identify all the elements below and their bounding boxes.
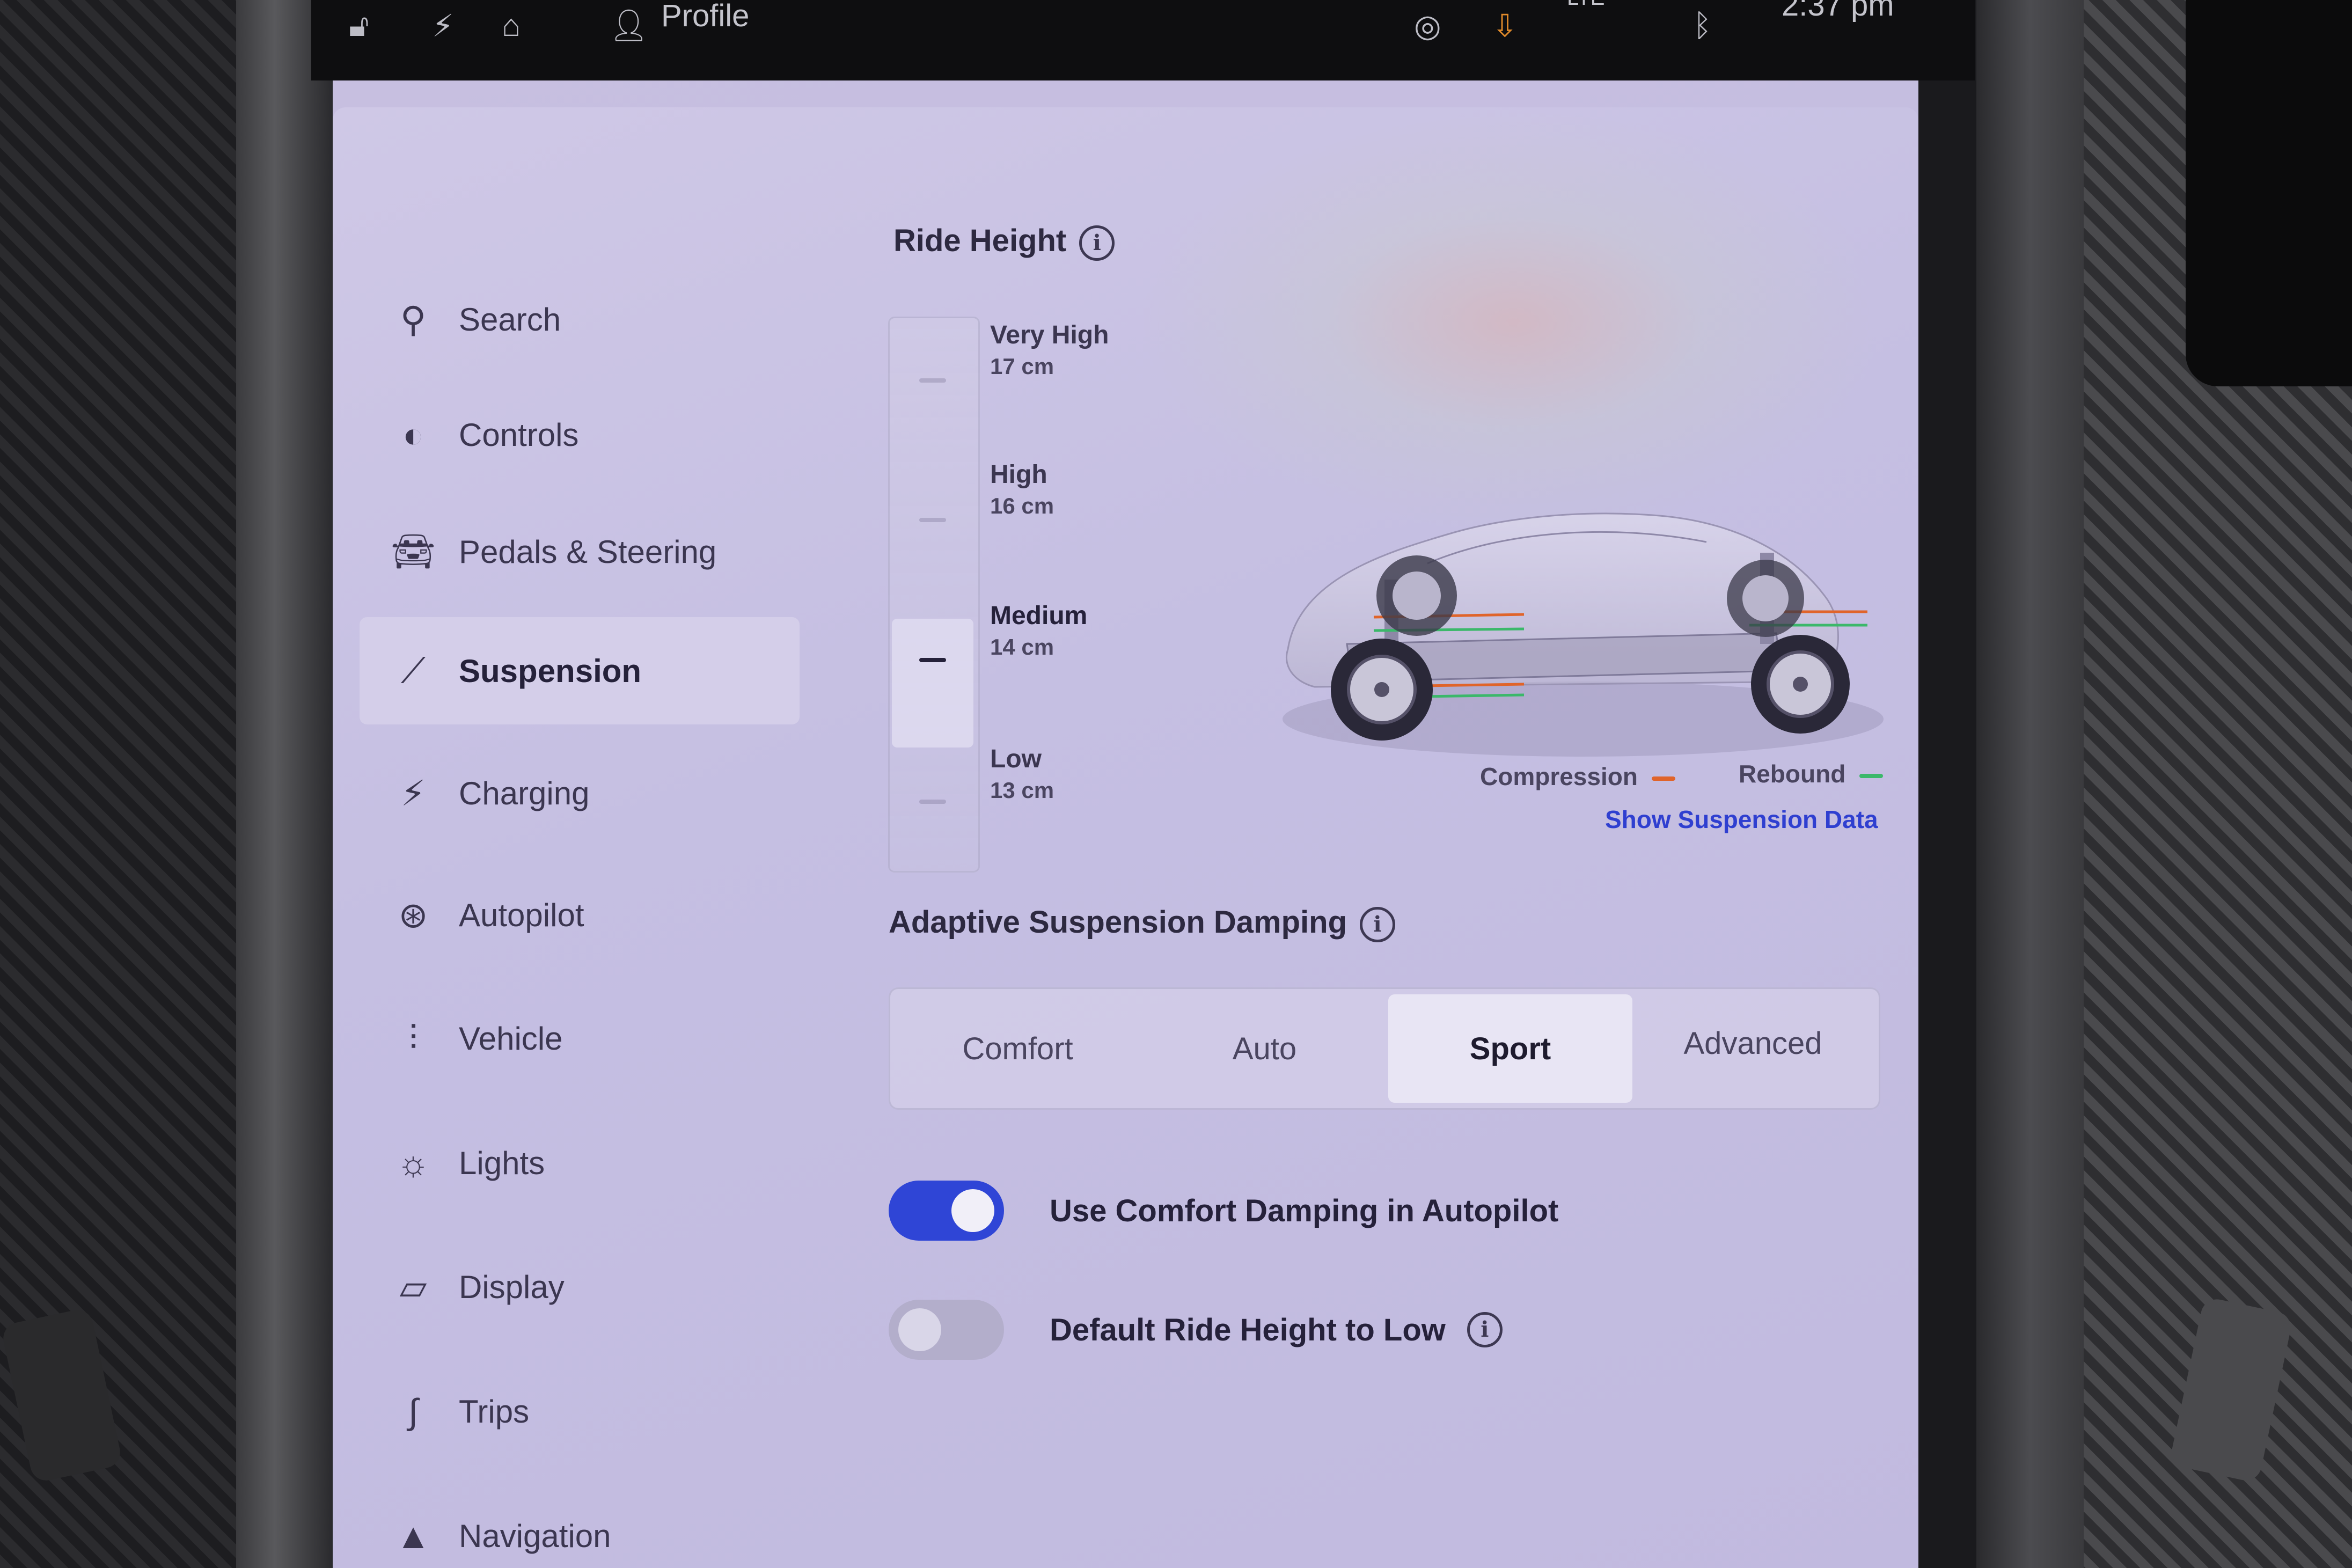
sun-icon: ☼ (397, 1143, 430, 1183)
sidebar-item-display[interactable]: ▱ Display (360, 1233, 800, 1340)
sidebar-item-trips[interactable]: ∫ Trips (360, 1358, 800, 1465)
info-icon[interactable]: i (1360, 906, 1395, 942)
compression-swatch (1651, 776, 1675, 781)
steering-wheel-icon: ⊛ (398, 895, 428, 935)
front-wheel-upper (1376, 555, 1457, 636)
toggle-icon: ◐ (402, 415, 424, 455)
rebound-swatch (1859, 773, 1884, 778)
toggle-knob (898, 1308, 941, 1351)
sidebar-item-pedals-steering[interactable]: 🚘︎ Pedals & Steering (360, 498, 800, 605)
sidebar-item-search[interactable]: ⚲ Search (360, 266, 800, 373)
sidebar-item-label: Search (459, 301, 561, 338)
damping-title: Adaptive Suspension Damping i (889, 904, 1395, 942)
settings-sidebar: ⚲ Search ◐ Controls 🚘︎ Pedals & Steering… (333, 107, 816, 1568)
trips-icon: ∫ (408, 1391, 419, 1431)
level-name: Very High (990, 321, 1109, 349)
rear-wheel (1751, 635, 1850, 734)
tick-high (919, 518, 946, 522)
sidebar-item-label: Vehicle (459, 1020, 563, 1057)
bolt-icon: ⚡︎ (400, 773, 426, 813)
legend-rebound-label: Rebound (1739, 760, 1846, 788)
ride-height-level[interactable]: Very High 17 cm (990, 319, 1109, 382)
car-suspension-illustration (1283, 512, 1884, 757)
sidebar-item-vehicle[interactable]: ⫶ Vehicle (360, 985, 800, 1092)
clock: 2:37 pm (1782, 0, 1894, 23)
lte-signal: LTE (1567, 0, 1604, 10)
tick-medium (919, 658, 946, 662)
air-vent (2186, 0, 2352, 386)
bolt-icon[interactable]: ⚡︎ (432, 8, 454, 44)
legend-compression-label: Compression (1480, 763, 1638, 790)
damping-option-advanced[interactable]: Advanced (1631, 989, 1875, 1097)
homelink-icon[interactable]: ⌂ (502, 8, 521, 43)
info-icon[interactable]: i (1467, 1312, 1503, 1347)
ride-height-level[interactable]: Medium 14 cm (990, 600, 1087, 662)
sidebar-item-autopilot[interactable]: ⊛ Autopilot (360, 861, 800, 969)
profile-label[interactable]: Profile (661, 0, 749, 34)
sidebar-item-charging[interactable]: ⚡︎ Charging (360, 739, 800, 847)
sidebar-item-label: Autopilot (459, 897, 584, 933)
tick-low (919, 800, 946, 804)
default-low-label: Default Ride Height to Low (1050, 1312, 1446, 1347)
sidebar-item-label: Display (459, 1269, 565, 1305)
level-value: 13 cm (990, 778, 1054, 803)
tick-very-high (919, 378, 946, 383)
ride-height-title-text: Ride Height (893, 223, 1067, 258)
car-icon: 🚘︎ (391, 531, 436, 571)
sliders-icon: ⫶ (408, 1017, 418, 1058)
navigation-arrow-icon: ▲ (395, 1516, 431, 1556)
comfort-damping-row[interactable]: Use Comfort Damping in Autopilot (889, 1181, 1558, 1241)
suspension-icon: ⟋ (400, 650, 426, 690)
comfort-damping-toggle[interactable] (889, 1181, 1004, 1241)
toggle-knob (951, 1189, 994, 1232)
profile-icon[interactable]: 👤︎ (609, 8, 649, 44)
rear-wheel-upper (1727, 560, 1804, 637)
sidebar-item-suspension[interactable]: ⟋ Suspension (360, 617, 800, 724)
ride-height-level[interactable]: High 16 cm (990, 459, 1054, 521)
ride-height-slider-thumb[interactable] (892, 619, 973, 748)
sidebar-item-label: Pedals & Steering (459, 533, 717, 570)
damping-option-sport[interactable]: Sport (1388, 994, 1632, 1103)
level-value: 14 cm (990, 634, 1054, 660)
touchscreen: ⚲ Search ◐ Controls 🚘︎ Pedals & Steering… (333, 80, 1918, 1568)
sidebar-item-label: Trips (459, 1393, 530, 1430)
display-icon: ▱ (399, 1266, 427, 1307)
search-icon: ⚲ (400, 299, 427, 339)
lock-icon[interactable]: 🔓︎ (349, 8, 369, 44)
level-value: 16 cm (990, 493, 1054, 518)
ride-height-title: Ride Height i (893, 223, 1115, 261)
level-name: Low (990, 745, 1042, 773)
sidebar-item-lights[interactable]: ☼ Lights (360, 1109, 800, 1217)
show-suspension-data-link[interactable]: Show Suspension Data (1605, 805, 1878, 834)
front-wheel (1331, 639, 1433, 741)
ride-height-level[interactable]: Low 13 cm (990, 743, 1054, 805)
default-low-row[interactable]: Default Ride Height to Low i (889, 1300, 1503, 1360)
settings-panel: ⚲ Search ◐ Controls 🚘︎ Pedals & Steering… (333, 107, 1918, 1568)
status-bar: 🔓︎ ⚡︎ ⌂ 👤︎ Profile ◎ ⇩ LTE ᛒ 2:37 pm (311, 0, 1975, 80)
info-icon[interactable]: i (1079, 225, 1115, 261)
legend-compression: Compression (1480, 762, 1675, 791)
legend-rebound: Rebound (1739, 759, 1884, 788)
sidebar-item-label: Suspension (459, 653, 642, 689)
sidebar-item-navigation[interactable]: ▲ Navigation (360, 1482, 800, 1568)
level-value: 17 cm (990, 354, 1054, 379)
camera-icon[interactable]: ◎ (1414, 8, 1441, 44)
sidebar-item-label: Charging (459, 775, 590, 811)
sidebar-item-controls[interactable]: ◐ Controls (360, 381, 800, 488)
default-low-toggle[interactable] (889, 1300, 1004, 1360)
damping-option-auto[interactable]: Auto (1142, 994, 1387, 1103)
damping-title-text: Adaptive Suspension Damping (889, 905, 1347, 940)
sidebar-item-label: Lights (459, 1145, 545, 1181)
damping-selector: Comfort Auto Sport Advanced (889, 987, 1880, 1110)
damping-option-comfort[interactable]: Comfort (896, 994, 1140, 1103)
bluetooth-icon[interactable]: ᛒ (1693, 8, 1712, 43)
download-icon[interactable]: ⇩ (1492, 8, 1518, 44)
level-name: High (990, 460, 1047, 489)
sidebar-item-label: Controls (459, 416, 579, 453)
sidebar-item-label: Navigation (459, 1518, 611, 1554)
level-name: Medium (990, 602, 1088, 630)
ride-height-slider[interactable] (888, 317, 980, 873)
comfort-damping-label: Use Comfort Damping in Autopilot (1050, 1193, 1559, 1228)
